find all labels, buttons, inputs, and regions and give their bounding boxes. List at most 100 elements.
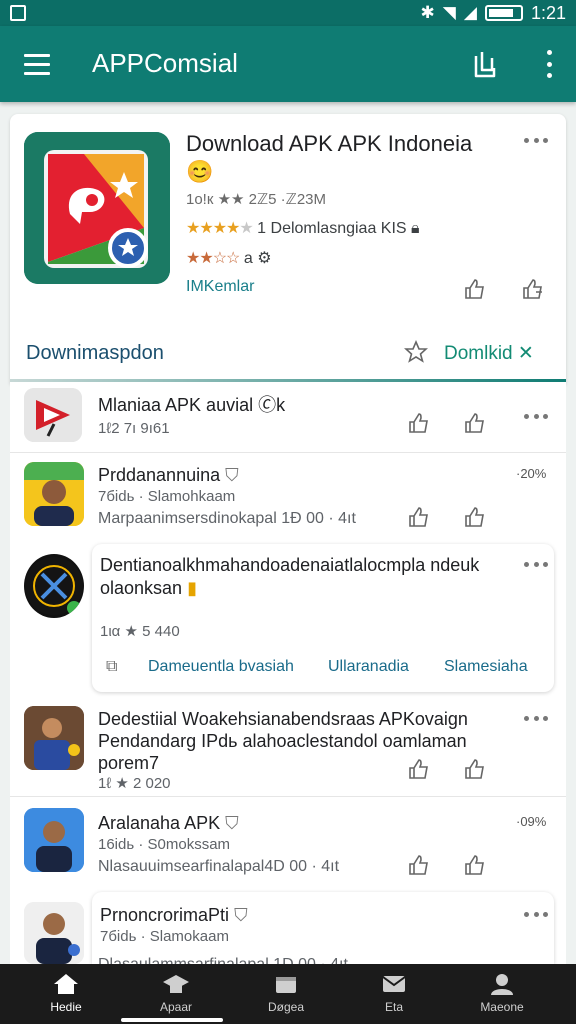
shield-icon: ⛉ — [234, 905, 248, 925]
more-icon[interactable] — [524, 912, 548, 918]
list-item-percent: ·20% — [516, 466, 547, 481]
battery-icon — [484, 5, 523, 21]
app-icon — [24, 388, 82, 442]
app-bar: APPComsial — [0, 26, 576, 102]
mail-icon — [382, 976, 406, 992]
thumbs-up-icon[interactable] — [408, 506, 430, 528]
action-translate[interactable]: Ullaranadia — [328, 658, 409, 676]
featured-app-stats: 1о!к ★★ 2ℤ5 ·ℤ23Μ — [186, 191, 327, 208]
edit-icon[interactable]: ⧉ — [106, 658, 117, 676]
app-title: APPComsial — [92, 48, 238, 78]
shield-icon: ⛉ — [225, 465, 239, 485]
more-icon[interactable] — [524, 414, 548, 420]
tab-indicator — [10, 379, 566, 382]
app-icon — [24, 554, 84, 618]
thumbs-up-icon[interactable] — [408, 758, 430, 780]
more-icon[interactable] — [524, 562, 548, 568]
shield-icon: ⛉ — [225, 813, 239, 833]
list-item-subtitle: 1ℓ2 7ı 9ı61 — [98, 420, 170, 437]
star-outline-icon[interactable] — [403, 339, 429, 364]
lock-icon: 🔒︎ — [411, 220, 420, 237]
bluetooth-icon: ✱ — [420, 3, 435, 22]
list-item-subtitle: 16idь · S0mokssam — [98, 836, 231, 853]
action-share[interactable]: Slamesiaha — [444, 658, 528, 676]
wifi-icon: ◥ — [442, 3, 456, 22]
nav-label: Døgea — [267, 1000, 305, 1014]
featured-app-link[interactable]: IMKemlar — [186, 278, 254, 296]
list-item-title: Prddanannuina ⛉ — [98, 465, 239, 485]
overflow-menu-icon[interactable] — [544, 50, 554, 78]
app-list: Mlaniaa APK auvial 🄫k 1ℓ2 7ı 9ı61 Prddan… — [10, 384, 566, 973]
thumbs-up-icon[interactable] — [464, 758, 486, 780]
nav-games[interactable]: Døgea — [246, 972, 326, 1014]
app-icon — [24, 462, 84, 526]
app-icon — [24, 808, 84, 872]
app-icon — [24, 706, 84, 770]
thumbs-up-icon[interactable] — [408, 854, 430, 876]
list-item-percent: ·09% — [516, 814, 547, 829]
thumbs-up-icon[interactable] — [464, 854, 486, 876]
box-icon — [276, 977, 296, 993]
tab-downloads[interactable]: Downimaspdon — [26, 342, 164, 365]
thumbs-up-icon[interactable] — [464, 278, 486, 300]
list-item[interactable]: PrnoncrorimaPti ⛉ 7бidь · Slamokaam Dlas… — [10, 892, 566, 973]
gear-icon: ⚙ — [257, 250, 272, 267]
nav-home[interactable]: Hedie — [26, 972, 106, 1014]
nav-label: Hedie — [50, 1000, 82, 1014]
status-time: 1:21 — [530, 2, 566, 23]
notification-icon — [10, 5, 26, 21]
featured-app-title: Download APK APK Indoneia 😊 — [186, 131, 473, 184]
list-item-details: Marpaanimsersdinokapal 1Ð 00 · 4ıt — [98, 510, 356, 527]
action-details[interactable]: Dameuentla bvasiah — [148, 658, 294, 676]
nav-label: Eta — [384, 1000, 403, 1014]
list-item-rating: 1ια ★ 5 440 — [100, 623, 180, 640]
thumbs-up-icon[interactable] — [464, 506, 486, 528]
list-item-subtitle: 7бidь · Slamohkaam — [98, 488, 236, 505]
app-card[interactable]: PrnoncrorimaPti ⛉ 7бidь · Slamokaam — [92, 892, 554, 964]
card-more-icon[interactable] — [524, 138, 548, 144]
menu-icon[interactable] — [24, 54, 50, 75]
nav-apps[interactable]: Apaar — [136, 972, 216, 1014]
list-item[interactable]: Dedestiial Woakehsianabendsraas APKovaig… — [10, 702, 566, 802]
signal-icon: ◢ — [463, 3, 477, 22]
list-item-title: Dedestiial Woakehsianabendsraas APKovaig… — [98, 709, 468, 773]
featured-app-secondary-rating: ★★☆☆ а ⚙ — [186, 248, 272, 268]
tab-download-action[interactable]: Domlkid ✕ — [444, 342, 534, 365]
expanded-app-card[interactable]: Dentianoalkhmahandoadenaiatlalocmpla nde… — [92, 544, 554, 692]
list-item-details: Nlasauuimsearfinalapal4D 00 · 4ıt — [98, 858, 340, 875]
list-item-title: Aralanaha APK ⛉ — [98, 813, 239, 833]
tab-strip: Downimaspdon Domlkid ✕ — [10, 326, 566, 382]
person-icon — [491, 974, 513, 995]
divider — [10, 452, 566, 453]
nav-profile[interactable]: Maeone — [462, 972, 542, 1014]
home-indicator — [121, 1018, 223, 1022]
nav-messages[interactable]: Eta — [354, 972, 434, 1014]
card-actions: ⧉ Dameuentla bvasiah Ullaranadia Slamesi… — [92, 654, 554, 684]
star-rating-secondary: ★★☆☆ — [186, 250, 240, 267]
app-icon — [24, 902, 84, 964]
list-item[interactable]: Mlaniaa APK auvial 🄫k 1ℓ2 7ı 9ı61 — [10, 384, 566, 454]
list-item-subtitle: 7бidь · Slamokaam — [100, 928, 229, 945]
list-item-subtitle: 1ℓ ★ 2 020 — [98, 775, 171, 792]
star-rating: ★★★★★ — [186, 220, 254, 237]
list-item[interactable]: Prddanannuina ⛉ 7бidь · Slamohkaam Marpa… — [10, 454, 566, 544]
list-item-title: Mlaniaa APK auvial 🄫k — [98, 395, 286, 415]
nav-label: Maeone — [480, 1000, 524, 1014]
featured-app-rating-row: ★★★★★ 1 Delomlasngiaa KIS 🔒︎ — [186, 218, 420, 238]
list-item-title: PrnoncrorimaPti ⛉ — [100, 905, 248, 925]
thumbs-down-icon[interactable] — [522, 278, 544, 300]
nav-label: Apaar — [159, 1000, 193, 1014]
thumbs-up-icon[interactable] — [464, 412, 486, 434]
featured-app-rating-text: 1 Delomlasngiaa KIS — [257, 220, 407, 237]
list-item-title: Dentianoalkhmahandoadenaiatlalocmpla nde… — [100, 555, 480, 598]
thumbs-up-icon[interactable] — [408, 412, 430, 434]
bottom-navigation: Hedie Apaar Døgea Eta Maeone — [0, 964, 576, 1024]
list-item[interactable]: Aralanaha APK ⛉ 16idь · S0mokssam Nlasau… — [10, 804, 566, 892]
secondary-rating-text: а — [243, 250, 253, 267]
status-bar: ✱ ◥ ◢ 1:21 — [0, 0, 576, 26]
home-icon — [54, 974, 78, 994]
graduation-cap-icon — [163, 975, 189, 993]
more-icon[interactable] — [524, 716, 548, 722]
divider — [10, 796, 566, 797]
clipboard-icon[interactable] — [472, 48, 498, 80]
